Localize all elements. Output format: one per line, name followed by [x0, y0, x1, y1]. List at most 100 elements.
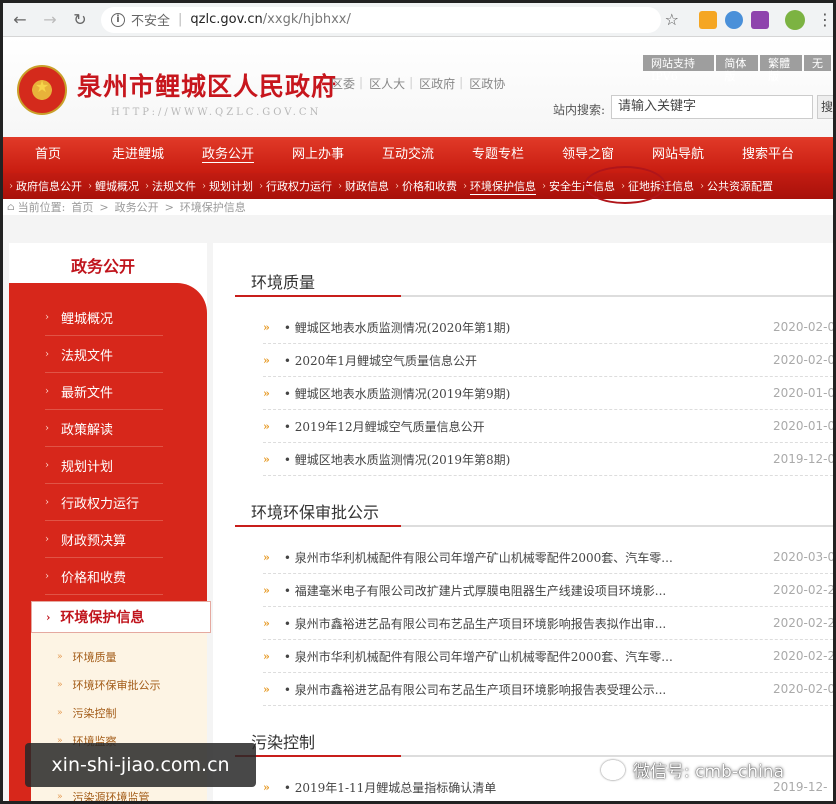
list-item[interactable]: » • 泉州市华利机械配件有限公司年增产矿山机械零配件2000套、汽车零... 20…: [263, 541, 833, 574]
breadcrumb-sep: >: [164, 200, 174, 214]
sidebar-item[interactable]: › 价格和收费: [45, 558, 163, 595]
sidebar-title: 政务公开: [71, 257, 136, 276]
list-item[interactable]: » • 泉州市鑫裕进艺品有限公司布艺品生产项目环境影响报告表受理公示... 2020…: [263, 673, 833, 706]
bookmark-star-icon[interactable]: ☆: [665, 10, 679, 29]
sub-nav-item[interactable]: › 公共资源配置: [700, 178, 773, 194]
url-path: /xxgk/hjbhxx/: [262, 12, 351, 27]
search-label: 站内搜索:: [553, 103, 606, 117]
sidebar-subitem[interactable]: » 污染控制: [57, 705, 117, 721]
list-item[interactable]: » • 福建毫米电子有限公司改扩建片式厚膜电阻器生产线建设项目环境影... 2020…: [263, 574, 833, 607]
nav-item-leaders[interactable]: 领导之窗: [543, 137, 633, 173]
sub-nav-item[interactable]: › 财政信息: [338, 178, 389, 194]
search-button[interactable]: 搜: [817, 95, 833, 119]
back-arrow-icon[interactable]: ←: [7, 7, 33, 33]
quick-link[interactable]: 区政协: [469, 75, 505, 92]
sub-nav-item-safety[interactable]: › 安全生产信息: [542, 178, 615, 194]
sub-nav-item[interactable]: › 征地拆迁信息: [621, 178, 694, 194]
section-divider: [235, 525, 833, 527]
sub-nav-item[interactable]: › 政府信息公开: [9, 178, 82, 194]
quick-link[interactable]: 区委: [331, 75, 355, 92]
url-host: qzlc.gov.cn: [190, 12, 263, 27]
sidebar-header: 政务公开: [9, 243, 207, 283]
nav-item-search[interactable]: 搜索平台: [723, 137, 813, 173]
sidebar-item[interactable]: › 最新文件: [45, 373, 163, 410]
sidebar-item[interactable]: › 政策解读: [45, 410, 163, 447]
sidebar-item[interactable]: › 行政权力运行: [45, 484, 163, 521]
insecure-label: 不安全: [131, 14, 171, 29]
breadcrumb: ⌂ 当前位置: 首页 > 政务公开 > 环境保护信息: [3, 199, 833, 215]
accessibility-button[interactable]: 无: [804, 55, 831, 71]
list-item[interactable]: » • 鲤城区地表水质监测情况(2019年第9期) 2020-01-0: [263, 377, 833, 410]
quick-link[interactable]: 区政府: [419, 75, 455, 92]
simplified-button[interactable]: 简体版: [716, 55, 759, 83]
top-buttons: 网站支持IPV6 简体版 繁體版 无: [643, 55, 833, 83]
quick-links: 区委 | 区人大 | 区政府 | 区政协: [331, 75, 506, 92]
site-title[interactable]: 泉州市鲤城区人民政府: [77, 67, 337, 103]
section-divider: [235, 295, 833, 297]
site-url: HTTP://WWW.QZLC.GOV.CN: [111, 107, 322, 118]
list-item[interactable]: » • 2020年1月鲤城空气质量信息公开 2020-02-0: [263, 344, 833, 377]
main-content: 环境质量 » • 鲤城区地表水质监测情况(2020年第1期) 2020-02-0 »…: [213, 243, 833, 801]
extension-icon[interactable]: [699, 10, 717, 29]
address-bar[interactable]: i 不安全 | qzlc.gov.cn/xxgk/hjbhxx/: [101, 6, 661, 33]
list-item[interactable]: » • 鲤城区地表水质监测情况(2019年第8期) 2019-12-0: [263, 443, 833, 476]
sub-nav-item[interactable]: › 行政权力运行: [259, 178, 332, 194]
search-input[interactable]: 请输入关键字: [611, 95, 813, 119]
sub-nav-item[interactable]: › 规划计划: [202, 178, 253, 194]
extension-icon[interactable]: [751, 10, 769, 29]
nav-item-about[interactable]: 走进鲤城: [93, 137, 183, 173]
nav-item-topics[interactable]: 专题专栏: [453, 137, 543, 173]
home-icon: ⌂: [7, 201, 15, 213]
breadcrumb-link[interactable]: 政务公开: [115, 199, 159, 215]
breadcrumb-current: 环境保护信息: [179, 201, 246, 214]
sub-nav-item[interactable]: › 价格和收费: [395, 178, 457, 194]
sidebar-subitem[interactable]: » 环境质量: [57, 649, 117, 665]
list-item[interactable]: » • 2019年12月鲤城空气质量信息公开 2020-01-0: [263, 410, 833, 443]
sidebar-item-active[interactable]: › 环境保护信息: [31, 601, 211, 633]
screenshot-frame: ← → ↻ i 不安全 | qzlc.gov.cn/xxgk/hjbhxx/ ☆…: [0, 0, 836, 804]
profile-avatar[interactable]: [785, 9, 805, 30]
section-title: 环境质量: [251, 273, 316, 292]
list-item[interactable]: » • 鲤城区地表水质监测情况(2020年第1期) 2020-02-0: [263, 311, 833, 344]
sidebar-item[interactable]: › 规划计划: [45, 447, 163, 484]
sidebar-subitem[interactable]: » 污染源环境监管: [57, 789, 150, 801]
sidebar: 政务公开 › 鲤城概况 › 法规文件 › 最新文件 › 政策解读 › 规划计划 › 行政权力…: [9, 243, 211, 801]
list-item[interactable]: » • 泉州市华利机械配件有限公司年增产矿山机械零配件2000套、汽车零... 20…: [263, 640, 833, 673]
nav-item-online-services[interactable]: 网上办事: [273, 137, 363, 173]
url-separator: |: [178, 12, 183, 27]
traditional-button[interactable]: 繁體版: [760, 55, 802, 83]
section-title: 污染控制: [251, 733, 316, 752]
nav-item-interaction[interactable]: 互动交流: [363, 137, 453, 173]
nav-item-gov-affairs[interactable]: 政务公开: [183, 137, 273, 173]
sidebar-subitem[interactable]: » 环境环保审批公示: [57, 677, 161, 693]
nav-item-site-nav[interactable]: 网站导航: [633, 137, 723, 173]
sidebar-item[interactable]: › 鲤城概况: [45, 299, 163, 336]
wechat-icon: [601, 759, 625, 780]
watermark-right-text: 微信号: cmb-china: [633, 762, 784, 782]
sub-nav-item[interactable]: › 法规文件: [145, 178, 196, 194]
breadcrumb-sep: >: [99, 200, 109, 214]
menu-dots-icon[interactable]: ⋮: [817, 10, 833, 29]
list-item[interactable]: » • 泉州市鑫裕进艺品有限公司布艺品生产项目环境影响报告表拟作出审... 2020…: [263, 607, 833, 640]
reload-icon[interactable]: ↻: [67, 7, 93, 33]
forward-arrow-icon[interactable]: →: [37, 7, 63, 33]
nav-item-home[interactable]: 首页: [3, 137, 93, 173]
section-title: 环境环保审批公示: [251, 503, 380, 522]
breadcrumb-label: 当前位置:: [17, 201, 66, 214]
sidebar-item[interactable]: › 财政预决算: [45, 521, 163, 558]
ipv6-button[interactable]: 网站支持IPV6: [643, 55, 715, 83]
main-nav: 首页 走进鲤城 政务公开 网上办事 互动交流 专题专栏 领导之窗 网站导航 搜索…: [3, 137, 833, 173]
info-icon[interactable]: i: [111, 12, 125, 27]
site-header: ★ 泉州市鲤城区人民政府 HTTP://WWW.QZLC.GOV.CN 区委 | …: [3, 37, 833, 137]
sub-nav-item-environment[interactable]: › 环境保护信息: [463, 178, 536, 195]
watermark-right: 微信号: cmb-china: [601, 757, 784, 782]
quick-link[interactable]: 区人大: [369, 75, 405, 92]
sidebar-item[interactable]: › 法规文件: [45, 336, 163, 373]
breadcrumb-link[interactable]: 首页: [71, 199, 93, 215]
browser-toolbar: ← → ↻ i 不安全 | qzlc.gov.cn/xxgk/hjbhxx/ ☆…: [3, 3, 833, 37]
extension-icon[interactable]: [725, 10, 743, 29]
sub-nav-item[interactable]: › 鲤城概况: [88, 178, 139, 194]
national-emblem-icon: ★: [17, 65, 67, 115]
sub-nav: › 政府信息公开 › 鲤城概况 › 法规文件 › 规划计划 › 行政权力运行 › 财政信息 …: [3, 173, 833, 199]
watermark-left: xin-shi-jiao.com.cn: [25, 743, 256, 787]
